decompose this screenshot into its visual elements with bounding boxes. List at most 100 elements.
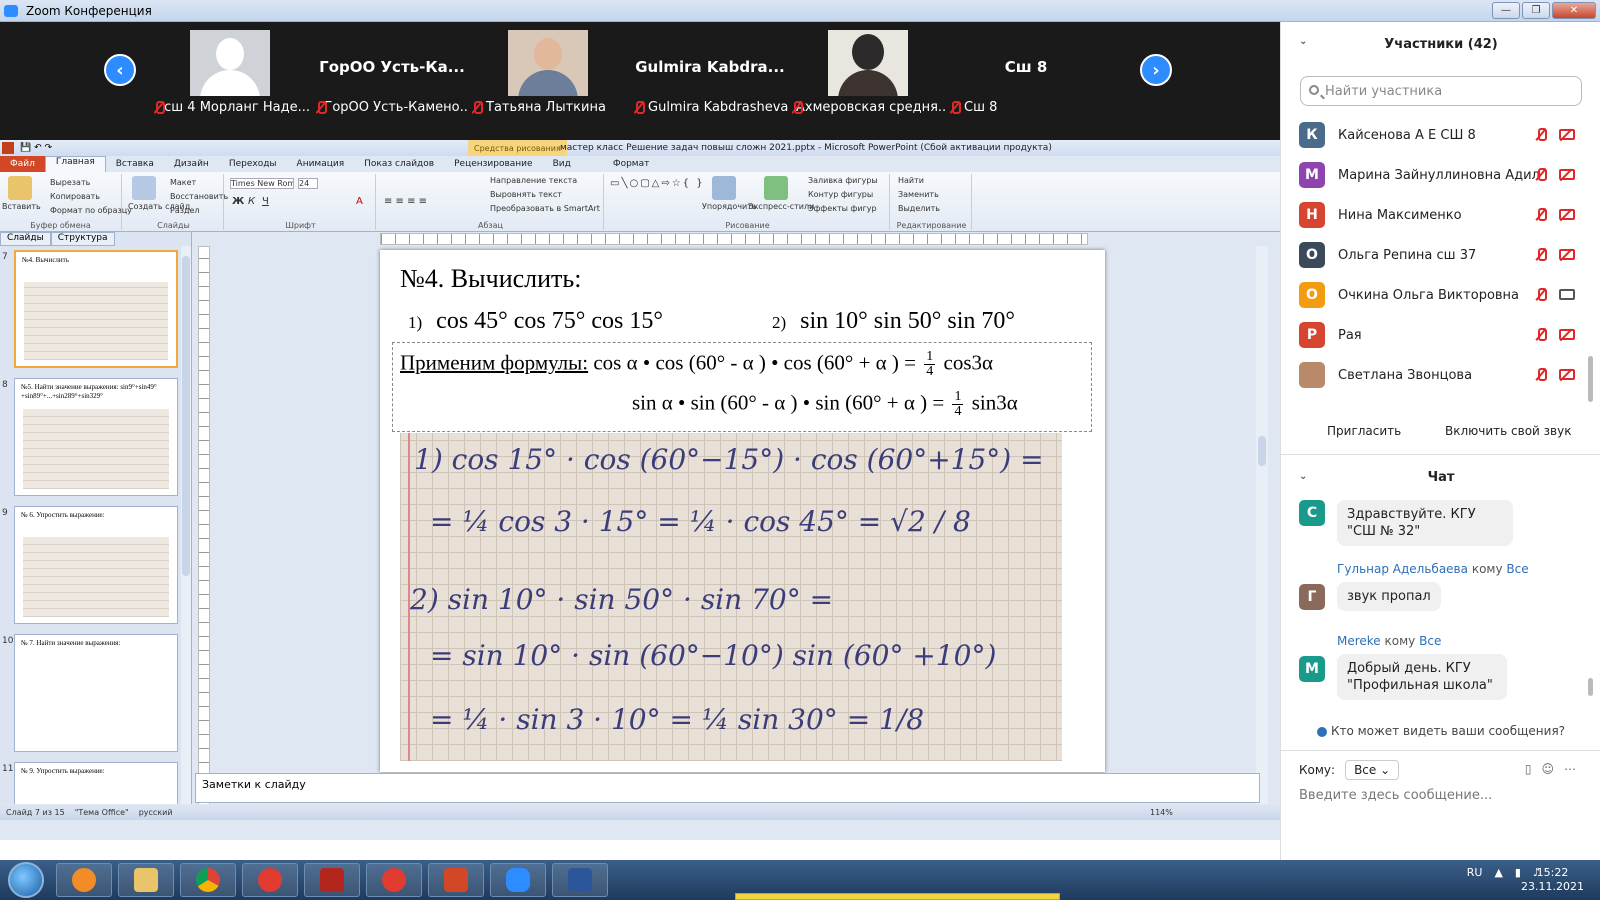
prev-page-button[interactable]: ‹ [104, 54, 136, 86]
section-button[interactable]: Раздел [170, 206, 200, 215]
slide-thumbnail[interactable]: №4. Вычислить [14, 250, 178, 368]
cut-button[interactable]: Вырезать [50, 178, 90, 187]
italic-button[interactable]: К [248, 196, 255, 207]
tab-slides[interactable]: Слайды [0, 232, 51, 246]
invite-button[interactable]: Пригласить [1327, 424, 1401, 438]
show-hidden-icons-icon[interactable]: ▲ [1494, 866, 1502, 879]
tab-file[interactable]: Файл [0, 156, 45, 172]
taskbar-zoom[interactable] [490, 863, 546, 897]
format-painter-button[interactable]: Формат по образцу [50, 206, 132, 215]
quick-styles-button[interactable]: Экспресс-стили [748, 202, 814, 211]
who-can-see-link[interactable]: Кто может видеть ваши сообщения? [1281, 724, 1600, 738]
slide-thumbnail[interactable]: № 7. Найти значение выражения: [14, 634, 178, 752]
tab-outline[interactable]: Структура [50, 232, 115, 246]
align-text-button[interactable]: Выровнять текст [490, 190, 562, 199]
video-tile[interactable]: ГорОО Усть-Ка... ГорОО Усть-Камено... [312, 28, 472, 116]
taskbar-yandex-browser[interactable] [242, 863, 298, 897]
paste-button[interactable]: Вставить [2, 202, 41, 211]
copy-button[interactable]: Копировать [50, 192, 100, 201]
participant-row[interactable]: О Ольга Репина сш 37 [1281, 236, 1600, 276]
underline-button[interactable]: Ч [262, 196, 269, 207]
shape-effects-button[interactable]: Эффекты фигур [808, 204, 877, 213]
taskbar-yandex[interactable] [366, 863, 422, 897]
start-button[interactable] [8, 862, 44, 898]
tab-view[interactable]: Вид [543, 159, 581, 169]
slides-scrollbar[interactable] [181, 246, 191, 810]
video-tile[interactable]: Сш 8 Сш 8 [946, 28, 1106, 116]
tab-transitions[interactable]: Переходы [219, 159, 287, 169]
paste-icon[interactable] [8, 176, 32, 200]
video-tile[interactable]: Gulmira Kabdra... Gulmira Kabdrasheva [630, 28, 790, 116]
minimize-button[interactable]: — [1492, 2, 1520, 19]
shape-fill-button[interactable]: Заливка фигуры [808, 176, 878, 185]
bold-button[interactable]: Ж [232, 196, 244, 207]
slide-notes[interactable]: Заметки к слайду [195, 773, 1260, 803]
emoji-icon[interactable]: ☺ [1541, 762, 1554, 776]
participant-row[interactable]: К Кайсенова А Е СШ 8 [1281, 116, 1600, 156]
save-icon[interactable]: 💾 [20, 143, 31, 153]
font-size-select[interactable]: 24 [298, 178, 318, 189]
tab-format[interactable]: Формат [603, 159, 660, 169]
arrange-icon[interactable] [712, 176, 736, 200]
tab-animation[interactable]: Анимация [287, 159, 355, 169]
slide-thumbnail[interactable]: №5. Найти значение выражения: sin9°+sin4… [14, 378, 178, 496]
redo-icon[interactable]: ↷ [45, 143, 53, 153]
undo-icon[interactable]: ↶ [34, 143, 42, 153]
reset-button[interactable]: Восстановить [170, 192, 228, 201]
video-tile[interactable]: Татьяна Лыткина [468, 28, 628, 116]
video-tile[interactable]: сш 4 Морланг Наде... [150, 28, 310, 116]
tab-design[interactable]: Дизайн [164, 159, 219, 169]
font-color-button[interactable]: A [356, 196, 363, 207]
replace-button[interactable]: Заменить [898, 190, 939, 199]
language-indicator[interactable]: RU [1467, 866, 1483, 879]
font-name-select[interactable]: Times New Roman [230, 178, 294, 189]
taskbar-pdf[interactable] [304, 863, 360, 897]
shapes-gallery[interactable]: ▭╲○▢△⇨☆{ } [610, 178, 705, 189]
next-page-button[interactable]: › [1140, 54, 1172, 86]
slide-canvas[interactable]: №4. Вычислить: 1) cos 45° cos 75° cos 15°… [380, 250, 1105, 772]
file-icon[interactable]: ▯ [1525, 762, 1532, 776]
unmute-button[interactable]: Включить свой звук [1445, 424, 1571, 438]
zoom-level[interactable]: 114% [1150, 808, 1173, 817]
shape-outline-button[interactable]: Контур фигуры [808, 190, 873, 199]
participant-row[interactable]: Н Нина Максименко [1281, 196, 1600, 236]
taskbar-explorer[interactable] [118, 863, 174, 897]
participant-search-input[interactable]: Найти участника [1300, 76, 1582, 106]
tab-review[interactable]: Рецензирование [444, 159, 542, 169]
tab-slideshow[interactable]: Показ слайдов [354, 159, 444, 169]
taskbar-powerpoint[interactable] [428, 863, 484, 897]
participants-scrollbar[interactable] [1588, 356, 1593, 402]
slide-thumbnail[interactable]: № 6. Упростить выражение: [14, 506, 178, 624]
taskbar-chrome[interactable] [180, 863, 236, 897]
tab-home[interactable]: Главная [44, 156, 106, 172]
sender-name[interactable]: Гульнар Адельбаева [1337, 562, 1468, 576]
text-direction-button[interactable]: Направление текста [490, 176, 577, 185]
tab-insert[interactable]: Вставка [106, 159, 164, 169]
find-button[interactable]: Найти [898, 176, 924, 185]
chat-scrollbar[interactable] [1588, 678, 1593, 696]
taskbar-media-player[interactable] [56, 863, 112, 897]
editor-scrollbar[interactable] [1256, 246, 1268, 806]
maximize-button[interactable]: ❐ [1522, 2, 1550, 19]
video-tile[interactable]: Ахмеровская средня... [788, 28, 948, 116]
taskbar-word[interactable] [552, 863, 608, 897]
more-icon[interactable]: ⋯ [1564, 762, 1576, 776]
sender-name[interactable]: Mereke [1337, 634, 1381, 648]
select-button[interactable]: Выделить [898, 204, 940, 213]
quick-styles-icon[interactable] [764, 176, 788, 200]
collapse-chevron-icon[interactable]: ⌄ [1299, 471, 1307, 482]
participant-row[interactable]: О Очкина Ольга Викторовна [1281, 276, 1600, 316]
clock[interactable]: 15:22 23.11.2021 [1521, 866, 1584, 894]
participant-row[interactable]: Р Рая [1281, 316, 1600, 356]
collapse-chevron-icon[interactable]: ⌄ [1299, 36, 1307, 47]
smartart-button[interactable]: Преобразовать в SmartArt [490, 204, 600, 213]
participant-row[interactable]: Светлана Звонцова [1281, 356, 1600, 396]
new-slide-icon[interactable] [132, 176, 156, 200]
participant-row[interactable]: М Марина Зайнуллиновна Адиль... [1281, 156, 1600, 196]
align-buttons[interactable]: ≡ ≡ ≡ ≡ [384, 196, 427, 207]
recipient-select[interactable]: Все ⌄ [1345, 760, 1400, 780]
slide-thumbnail[interactable]: № 9. Упростить выражение: [14, 762, 178, 808]
chat-message-input[interactable]: Введите здесь сообщение... [1299, 788, 1492, 803]
close-button[interactable]: ✕ [1552, 2, 1596, 19]
layout-button[interactable]: Макет [170, 178, 196, 187]
